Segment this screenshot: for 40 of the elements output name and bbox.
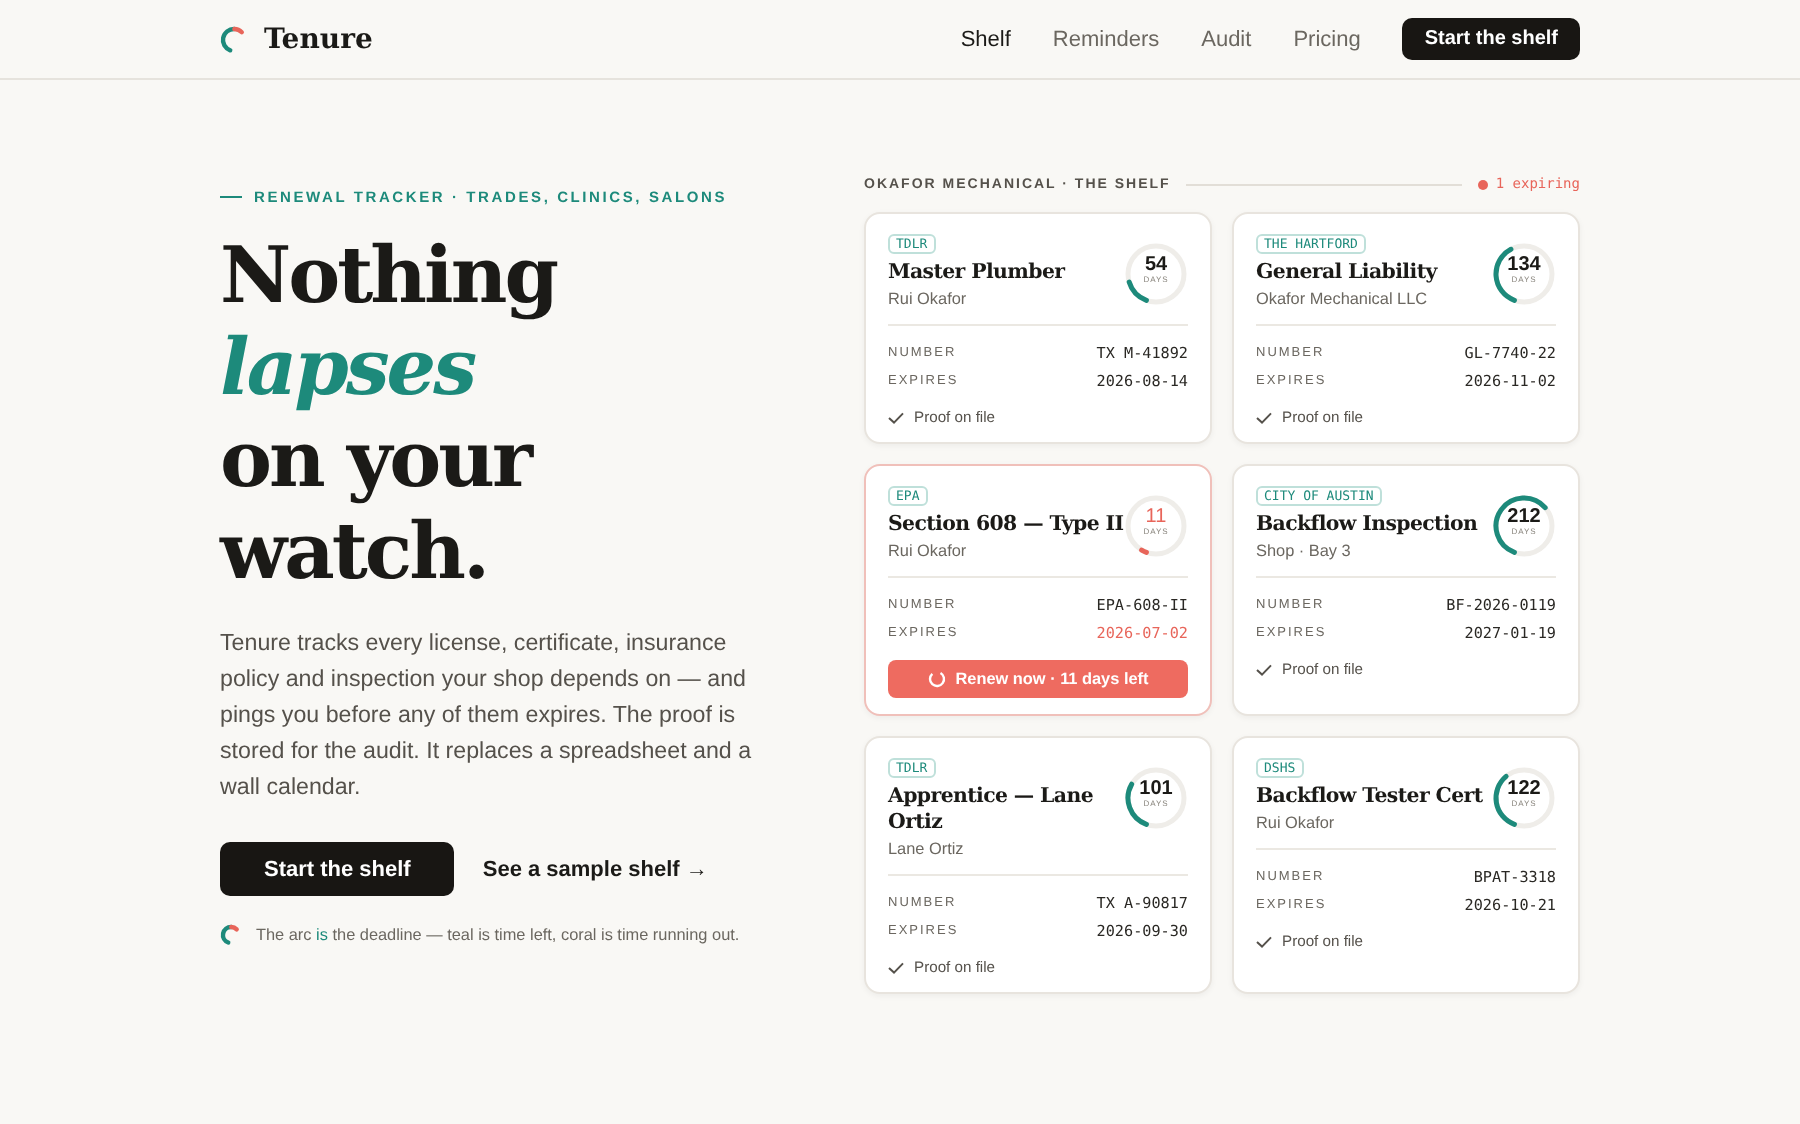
card-title: Section 608 — Type II [888,512,1124,538]
holder-name: Rui Okafor [888,542,969,560]
nav-link[interactable]: Shelf [960,27,1011,51]
card-title: Apprentice — Lane Ortiz [888,784,1096,836]
nav-link[interactable]: Reminders [1052,27,1160,51]
holder-name: Shop · Bay 3 [1256,542,1353,560]
deadline-arc [1126,279,1149,303]
check-icon [1256,663,1272,675]
holder-name: Okafor Mechanical LLC [1256,290,1430,308]
days-count: 54 [1144,256,1168,276]
headline: Nothing lapses on your watch. [220,230,559,598]
card-title: Backflow Tester Cert [1256,784,1485,810]
intro-paragraph: Tenure tracks every license, certificate, insurance policy and inspection your shop depends on — and pings you before any of them expires. The proof is stored for the audit. It replaces a spreadsheet and a wall calendar. [220,628,754,804]
refresh-icon [927,670,946,688]
days-count: 122 [1507,780,1541,800]
days-count: 11 [1145,508,1167,528]
holder-name: Lane Ortiz [888,840,966,858]
card-title: General Liability [1256,260,1440,286]
check-icon [888,961,904,973]
deadline-arc [1139,547,1149,555]
card-title: Backflow Inspection [1256,512,1480,538]
start-button[interactable]: Start the shelf [220,842,455,896]
holder-name: Rui Okafor [888,290,969,308]
holder-name: Rui Okafor [1256,814,1337,832]
start-button[interactable]: Start the shelf [1402,18,1580,60]
brand-name: Tenure [264,23,373,55]
check-icon [1256,411,1272,423]
nav-link[interactable]: Audit [1201,27,1252,51]
status-dot-icon [1477,179,1488,189]
card-title: Master Plumber [888,260,1068,286]
arc-icon [220,25,248,53]
check-icon [888,411,904,423]
nav-link[interactable]: Pricing [1293,27,1361,51]
sample-link[interactable]: See a sample shelf → [482,857,708,881]
footnote-text: The arc is the deadline — teal is time left, coral is time running out. [256,926,740,944]
arc-icon [220,924,242,946]
days-count: 212 [1507,508,1541,528]
days-count: 134 [1507,256,1541,276]
check-icon [1256,935,1272,947]
days-count: 101 [1139,780,1173,800]
